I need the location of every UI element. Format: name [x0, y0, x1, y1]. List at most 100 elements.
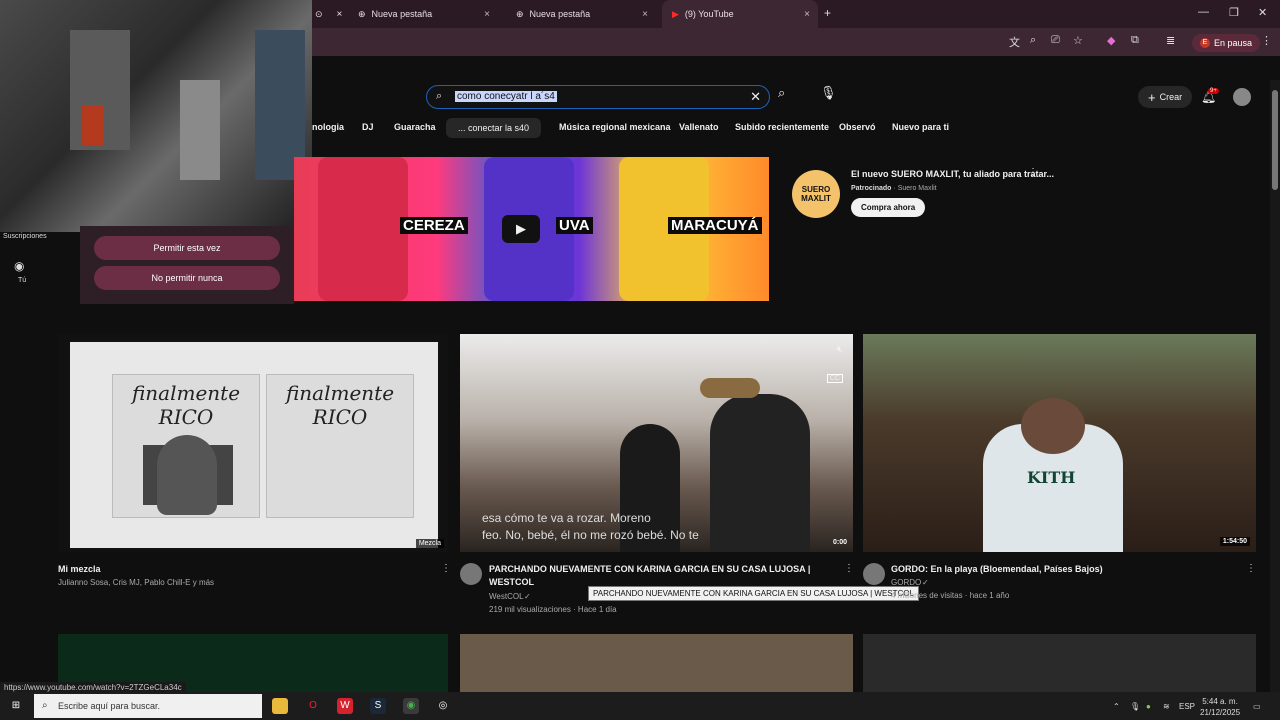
video-title[interactable]: Mi mezcla: [58, 563, 101, 576]
file-explorer-icon[interactable]: [272, 698, 288, 714]
video-title[interactable]: GORDO: En la playa (Bloemendaal, Países …: [891, 563, 1103, 576]
extension-icon[interactable]: ◆: [1107, 34, 1115, 47]
video-thumbnail-westcol[interactable]: esa cómo te va a rozar. Moreno feo. No, …: [460, 334, 853, 552]
video-meta: Julianno Sosa, Cris MJ, Pablo Chill-E y …: [58, 578, 215, 587]
allow-once-button[interactable]: Permitir esta vez: [94, 236, 280, 260]
more-options-icon[interactable]: ⋮: [844, 563, 854, 574]
language-indicator[interactable]: ESP: [1179, 702, 1195, 711]
sidebar-subscriptions-label[interactable]: Suscripciones: [3, 233, 47, 240]
obs-icon[interactable]: ◎: [435, 698, 451, 714]
ad-advertiser-logo[interactable]: SUERO MAXLIT: [792, 170, 840, 218]
video-meta: 4 millones de visitas · hace 1 año: [891, 591, 1010, 600]
browser-menu-icon[interactable]: ⋮: [1261, 34, 1272, 47]
page-scrollbar[interactable]: [1270, 80, 1280, 692]
browser-tab-2[interactable]: ⊕ Nueva pestaña ×: [506, 0, 656, 28]
chrome-icon[interactable]: ◉: [403, 698, 419, 714]
tab-title: Nueva pestaña: [529, 9, 591, 19]
browser-tab-1[interactable]: ⊕ Nueva pestaña ×: [348, 0, 498, 28]
you-icon[interactable]: ◉: [14, 259, 24, 273]
search-icon: ⌕: [436, 90, 443, 102]
globe-icon: ⊕: [358, 8, 366, 19]
chip-guaracha[interactable]: Guaracha: [394, 122, 436, 132]
video-duration: 1:54:50: [1219, 537, 1250, 546]
video-thumbnail-mix[interactable]: finalmente RICO finalmente RICO Mezcla: [58, 334, 448, 552]
close-tab-icon[interactable]: ×: [642, 9, 648, 20]
cover-text: finalmente RICO: [131, 381, 241, 429]
mute-icon[interactable]: 🔇︎: [837, 344, 843, 355]
ad-more-options-icon[interactable]: ⋮: [1028, 167, 1038, 178]
ad-label-cereza: CEREZA: [400, 217, 468, 234]
caption-overlay: esa cómo te va a rozar. Moreno feo. No, …: [482, 510, 699, 544]
notification-center-icon[interactable]: ▭: [1253, 702, 1261, 711]
tab-title: (9) YouTube: [684, 9, 734, 19]
ad-video-banner[interactable]: CEREZA UVA MARACUYÁ ▶: [294, 157, 769, 301]
title-line: PARCHANDO NUEVAMENTE CON KARINA GARCIA E…: [489, 564, 811, 574]
opera-icon[interactable]: O: [305, 698, 321, 714]
chip-dj[interactable]: DJ: [362, 122, 374, 132]
zoom-icon[interactable]: ⌕: [1030, 34, 1036, 47]
mix-badge: Mezcla: [415, 539, 444, 548]
translate-icon[interactable]: 文: [1009, 34, 1020, 50]
cast-icon[interactable]: ⎚: [1051, 34, 1060, 47]
media-control-icon[interactable]: ≣: [1166, 34, 1175, 47]
close-window-icon[interactable]: ✕: [1258, 6, 1267, 19]
channel-name[interactable]: GORDO: [891, 578, 921, 587]
verified-icon: ✓: [922, 578, 929, 587]
taskbar-clock[interactable]: 5:44 a. m. 21/12/2025: [1200, 696, 1240, 718]
profile-paused-button[interactable]: E En pausa: [1192, 34, 1261, 52]
create-button[interactable]: + Crear: [1138, 86, 1193, 108]
never-allow-button[interactable]: No permitir nunca: [94, 266, 280, 290]
buy-now-button[interactable]: Compra ahora: [851, 198, 926, 217]
bookmark-star-icon[interactable]: ☆: [1073, 34, 1083, 47]
channel-name[interactable]: WestCOL: [489, 592, 524, 601]
chip-subido-recientemente[interactable]: Subido recientemente: [735, 122, 829, 132]
channel-avatar[interactable]: [460, 563, 482, 585]
tray-app-icon[interactable]: ●: [1146, 702, 1151, 711]
restore-icon[interactable]: ❐: [1229, 6, 1239, 19]
scrollbar-thumb[interactable]: [1272, 90, 1278, 190]
minimize-icon[interactable]: —: [1198, 6, 1209, 18]
more-options-icon[interactable]: ⋮: [441, 563, 451, 574]
account-avatar[interactable]: [1233, 88, 1251, 106]
chip-tecnologia[interactable]: nologia: [312, 122, 344, 132]
browser-tab-youtube[interactable]: ▶ (9) YouTube ×: [662, 0, 818, 28]
paused-label: En pausa: [1214, 38, 1253, 48]
new-tab-button[interactable]: +: [824, 6, 831, 20]
ad-bottle-cereza: [318, 157, 408, 301]
video-thumbnail-next-2[interactable]: [460, 634, 853, 692]
extensions-puzzle-icon[interactable]: ⧉: [1131, 34, 1139, 47]
close-tab-icon[interactable]: ×: [484, 9, 490, 20]
globe-icon: ⊕: [516, 8, 524, 19]
search-button[interactable]: ⌕: [778, 85, 785, 101]
tray-chevron-icon[interactable]: ⌃: [1113, 702, 1120, 711]
album-cover: finalmente RICO: [112, 374, 260, 518]
close-tab-icon[interactable]: ×: [804, 9, 810, 20]
title-line: WESTCOL: [489, 577, 534, 587]
more-options-icon[interactable]: ⋮: [1246, 563, 1256, 574]
video-thumbnail-gordo[interactable]: KITH 1:54:50: [863, 334, 1256, 552]
play-icon[interactable]: ▶: [502, 215, 540, 243]
windows-start-icon[interactable]: ⊞: [8, 698, 24, 714]
clear-search-icon[interactable]: ✕: [750, 89, 761, 105]
wifi-icon[interactable]: ≋: [1163, 702, 1170, 711]
steam-icon[interactable]: S: [370, 698, 386, 714]
chip-musica-regional[interactable]: Música regional mexicana: [559, 122, 671, 132]
wps-office-icon[interactable]: W: [337, 698, 353, 714]
captions-icon[interactable]: CC: [826, 374, 843, 383]
video-duration: 0:00: [832, 539, 847, 546]
video-thumbnail-next-3[interactable]: [863, 634, 1256, 692]
chip-nuevo-para-ti[interactable]: Nuevo para ti: [892, 122, 949, 132]
chip-observo[interactable]: Observó: [839, 122, 876, 132]
voice-search-icon[interactable]: 🎙︎: [820, 85, 837, 101]
video-meta: 219 mil visualizaciones · Hace 1 día: [489, 605, 617, 614]
chip-conectar-s40[interactable]: ... conectar la s40: [446, 118, 542, 138]
microphone-icon[interactable]: 🎙︎: [1130, 702, 1140, 711]
search-input[interactable]: como conecyatr l a´s4: [455, 91, 557, 102]
channel-avatar[interactable]: [863, 563, 885, 585]
sidebar-you-label[interactable]: Tú: [18, 277, 26, 284]
search-box[interactable]: ⌕ como conecyatr l a´s4 ✕: [426, 85, 770, 109]
ad-label-maracuya: MARACUYÁ: [668, 217, 762, 234]
chip-vallenato[interactable]: Vallenato: [679, 122, 719, 132]
taskbar-search[interactable]: ⌕ Escribe aquí para buscar.: [34, 694, 262, 718]
ad-title[interactable]: El nuevo SUERO MAXLIT, tu aliado para tr…: [851, 169, 1054, 179]
